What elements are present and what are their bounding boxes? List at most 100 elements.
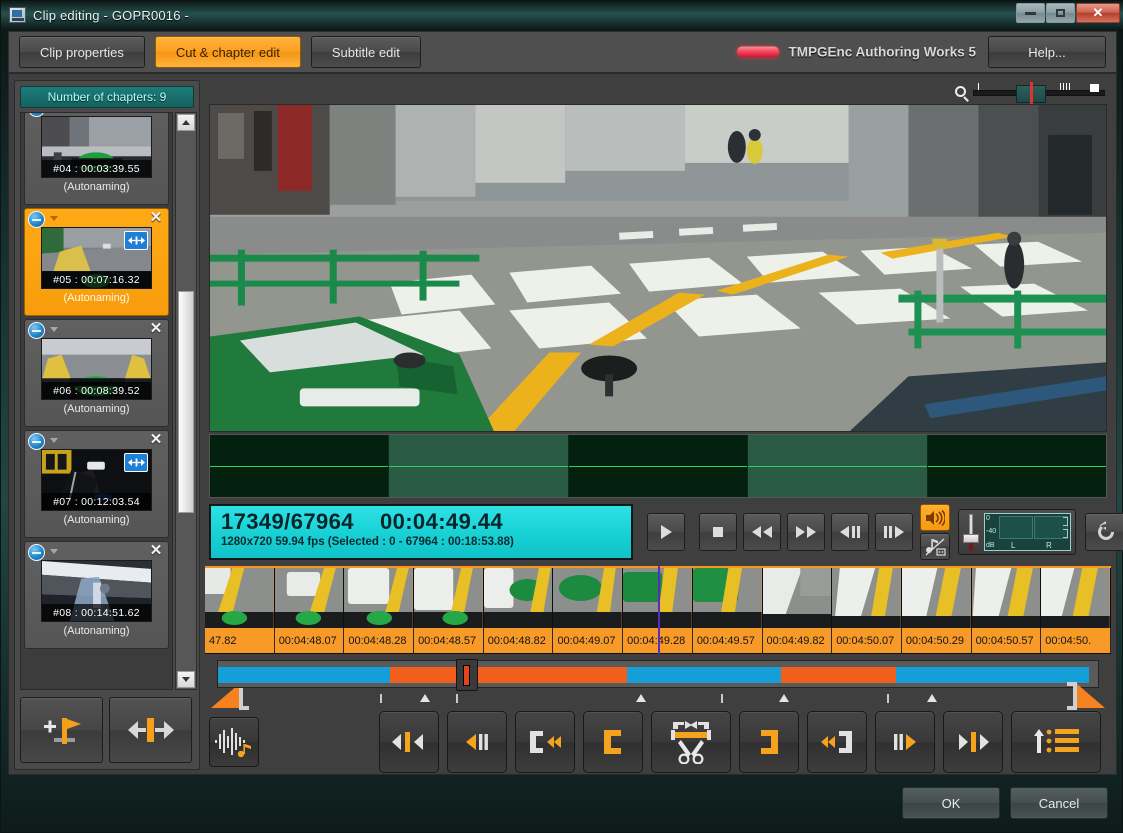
chapter-thumbnail[interactable]: #07 : 00:12:03.54 — [41, 449, 152, 511]
play-button[interactable] — [647, 513, 685, 551]
chapter-list-scrollbar[interactable] — [175, 112, 197, 690]
step-back-frame-button[interactable] — [447, 711, 507, 773]
timeline[interactable] — [209, 658, 1107, 714]
minimize-button[interactable] — [1016, 3, 1045, 23]
list-item[interactable]: ✕ #04 — [24, 112, 169, 205]
filmstrip-frame[interactable] — [763, 568, 833, 628]
timeline-track[interactable] — [217, 660, 1099, 688]
filmstrip-frame[interactable] — [484, 568, 554, 628]
delete-chapter-icon[interactable]: ✕ — [148, 321, 164, 337]
list-item[interactable]: ✕ — [24, 208, 169, 316]
cancel-button[interactable]: Cancel — [1010, 787, 1108, 819]
chapter-actions — [20, 697, 192, 763]
audio-enabled-toggle[interactable] — [920, 504, 950, 531]
list-item[interactable]: ✕ #08 : 00:14:51.62 — [24, 541, 169, 649]
playback-info-panel: 17349/67964 00:04:49.44 1280x720 59.94 f… — [209, 504, 633, 560]
dialog-footer: OK Cancel — [1, 774, 1123, 832]
zoom-handle[interactable] — [1016, 85, 1046, 103]
rotate-left-button[interactable] — [1085, 513, 1123, 551]
set-end-forward-button[interactable] — [807, 711, 867, 773]
filmstrip-frame[interactable] — [902, 568, 972, 628]
chapter-thumbnail[interactable]: #06 : 00:08:39.52 — [41, 338, 152, 400]
chapter-thumbnail[interactable]: #08 : 00:14:51.62 — [41, 560, 152, 622]
stop-button[interactable] — [699, 513, 737, 551]
list-item[interactable]: ✕ — [24, 430, 169, 538]
help-button[interactable]: Help... — [988, 36, 1106, 68]
scrollbar-thumb[interactable] — [178, 291, 194, 513]
cut-range-button[interactable] — [651, 711, 731, 773]
timeline-segment[interactable] — [530, 667, 627, 683]
filmstrip-frame[interactable] — [972, 568, 1042, 628]
timeline-segment[interactable] — [781, 667, 895, 683]
scroll-down-icon[interactable] — [177, 671, 195, 688]
filmstrip-frame[interactable] — [414, 568, 484, 628]
move-chapter-button[interactable] — [109, 697, 192, 763]
goto-prev-cut-button[interactable] — [379, 711, 439, 773]
set-start-button[interactable] — [583, 711, 643, 773]
timeline-mark — [927, 694, 937, 702]
set-end-button[interactable] — [739, 711, 799, 773]
chevron-down-icon[interactable] — [50, 549, 58, 554]
chapter-thumbnail[interactable]: #05 : 00:07:16.32 — [41, 227, 152, 289]
filmstrip-frame[interactable] — [205, 568, 275, 628]
chapter-transition-badge[interactable] — [124, 231, 148, 250]
timeline-mark — [636, 694, 646, 702]
close-button[interactable]: ✕ — [1076, 3, 1120, 23]
rewind-button[interactable] — [743, 513, 781, 551]
audio-waveform-button[interactable] — [209, 717, 259, 767]
chapter-bullet-icon[interactable] — [28, 433, 45, 450]
delete-chapter-icon[interactable]: ✕ — [148, 543, 164, 559]
audio-settings-button[interactable] — [920, 533, 950, 560]
delete-chapter-icon[interactable]: ✕ — [148, 210, 164, 226]
ok-button[interactable]: OK — [902, 787, 1000, 819]
video-preview[interactable] — [209, 104, 1107, 432]
timeline-cursor[interactable] — [456, 659, 478, 691]
step-forward-frame-button[interactable] — [875, 711, 935, 773]
chapter-bullet-icon[interactable] — [28, 322, 45, 339]
chevron-down-icon[interactable] — [50, 327, 58, 332]
maximize-button[interactable] — [1046, 3, 1075, 23]
chapter-bullet-icon[interactable] — [28, 211, 45, 228]
audio-waveform-display[interactable] — [209, 434, 1107, 498]
delete-chapter-icon[interactable]: ✕ — [148, 432, 164, 448]
scroll-up-icon[interactable] — [177, 114, 195, 131]
set-start-back-button[interactable] — [515, 711, 575, 773]
chapter-panel: Number of chapters: 9 ✕ — [14, 80, 200, 770]
preview-zoom-slider[interactable] — [955, 82, 1105, 104]
tab-cut-chapter-edit[interactable]: Cut & chapter edit — [155, 36, 301, 68]
list-item[interactable]: ✕ #06 : 00:08:39.52 — [24, 319, 169, 427]
chevron-down-icon[interactable] — [50, 216, 58, 221]
frame-and-timecode: 17349/67964 00:04:49.44 — [221, 509, 631, 535]
filmstrip-frame[interactable] — [832, 568, 902, 628]
chapter-list[interactable]: ✕ #04 — [20, 112, 173, 690]
out-point-marker[interactable] — [1063, 680, 1105, 710]
chapter-transition-badge[interactable] — [124, 453, 148, 472]
tab-subtitle-edit[interactable]: Subtitle edit — [311, 36, 421, 68]
filmstrip-frame[interactable] — [693, 568, 763, 628]
filmstrip-frame[interactable] — [275, 568, 345, 628]
volume-slider[interactable] — [963, 513, 979, 551]
chapter-bullet-icon[interactable] — [28, 544, 45, 561]
filmstrip-playhead[interactable] — [658, 566, 660, 654]
fast-forward-button[interactable] — [787, 513, 825, 551]
filmstrip-frame[interactable] — [553, 568, 623, 628]
add-chapter-button[interactable] — [20, 697, 103, 763]
chevron-down-icon[interactable] — [50, 438, 58, 443]
delete-chapter-icon[interactable]: ✕ — [148, 112, 164, 115]
timeline-segment[interactable] — [627, 667, 781, 683]
filmstrip-frame[interactable] — [1041, 568, 1111, 628]
timeline-segment[interactable] — [218, 667, 390, 683]
goto-next-cut-button[interactable] — [943, 711, 1003, 773]
step-back-button[interactable] — [831, 513, 869, 551]
timeline-mark — [721, 694, 723, 703]
chapter-thumbnail[interactable]: #04 : 00:03:39.55 — [41, 116, 152, 178]
chapter-timecode: #08 : 00:14:51.62 — [42, 604, 151, 621]
rewind-icon — [752, 526, 772, 538]
timeline-segment[interactable] — [896, 667, 1090, 683]
tab-clip-properties[interactable]: Clip properties — [19, 36, 145, 68]
cut-list-button[interactable] — [1011, 711, 1101, 773]
step-forward-button[interactable] — [875, 513, 913, 551]
audio-monitor[interactable]: 0 -40 dB L R — [958, 509, 1076, 555]
zoom-track[interactable] — [973, 90, 1105, 96]
filmstrip-frame[interactable] — [344, 568, 414, 628]
